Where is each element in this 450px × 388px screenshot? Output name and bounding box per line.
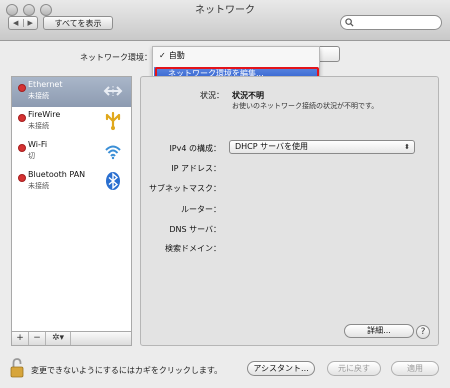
service-status: 未接続 — [28, 182, 49, 190]
service-status: 切 — [28, 152, 35, 160]
add-service-button[interactable]: + — [12, 332, 29, 345]
router-label: ルーター： — [181, 205, 221, 214]
service-name: FireWire — [28, 110, 61, 119]
location-label: ネットワーク環境： — [80, 53, 152, 62]
service-name: Ethernet — [28, 80, 63, 89]
service-item-wifi[interactable]: Wi-Fi 切 — [12, 137, 131, 167]
ethernet-arrows-icon — [103, 86, 123, 96]
search-icon — [345, 18, 354, 27]
back-forward-buttons: ◀ ▶ — [8, 16, 38, 30]
service-name: Wi-Fi — [28, 140, 48, 149]
service-status: 未接続 — [28, 92, 49, 100]
status-dot — [18, 174, 26, 182]
help-button[interactable]: ? — [416, 325, 430, 339]
ipv4-config-popup[interactable]: DHCP サーバを使用 ⬍ — [229, 140, 415, 154]
service-list-controls: + − ✲▾ — [11, 332, 132, 346]
status-dot — [18, 144, 26, 152]
status-dot — [18, 84, 26, 92]
service-action-button[interactable]: ✲▾ — [46, 332, 71, 345]
subnet-mask-label: サブネットマスク： — [149, 184, 221, 193]
ipv4-config-value: DHCP サーバを使用 — [235, 142, 309, 151]
ipv4-config-label: IPv4 の構成： — [169, 144, 221, 153]
service-status: 未接続 — [28, 122, 49, 130]
search-field[interactable] — [340, 15, 442, 30]
apply-button[interactable]: 適用 — [391, 361, 439, 376]
checkmark-icon: ✓ — [159, 51, 166, 60]
network-preferences-window: ネットワーク ◀ ▶ すべてを表示 ネットワーク環境： ✓ 自動 ネットワーク環境… — [0, 0, 450, 388]
remove-service-button[interactable]: − — [29, 332, 46, 345]
firewire-icon — [105, 111, 121, 131]
status-value: 状況不明 — [232, 91, 264, 100]
ip-address-label: IP アドレス： — [171, 164, 221, 173]
status-description: お使いのネットワーク接続の状況が不明です。 — [232, 102, 379, 110]
title-bar: ネットワーク ◀ ▶ すべてを表示 — [0, 0, 450, 41]
status-dot — [18, 114, 26, 122]
service-item-bluetooth-pan[interactable]: Bluetooth PAN 未接続 — [12, 167, 131, 197]
forward-button[interactable]: ▶ — [24, 19, 38, 27]
revert-button[interactable]: 元に戻す — [327, 361, 381, 376]
back-button[interactable]: ◀ — [9, 19, 24, 27]
window-title: ネットワーク — [195, 5, 255, 16]
menu-item-automatic[interactable]: ✓ 自動 — [159, 50, 185, 61]
lock-message: 変更できないようにするにはカギをクリックします。 — [31, 366, 223, 375]
status-label: 状況： — [200, 91, 224, 100]
assistant-button[interactable]: アシスタント... — [247, 361, 315, 376]
bluetooth-icon — [106, 172, 120, 190]
dns-server-label: DNS サーバ： — [169, 225, 221, 234]
menu-item-automatic-label: 自動 — [168, 51, 185, 60]
service-item-firewire[interactable]: FireWire 未接続 — [12, 107, 131, 137]
service-name: Bluetooth PAN — [28, 170, 86, 179]
service-list: Ethernet 未接続 FireWire 未接続 Wi-Fi 切 Blueto… — [11, 76, 132, 332]
service-item-ethernet[interactable]: Ethernet 未接続 — [12, 77, 131, 107]
search-domain-label: 検索ドメイン： — [165, 244, 221, 253]
advanced-button[interactable]: 詳細... — [344, 324, 414, 338]
wifi-icon — [105, 145, 121, 160]
lock-icon[interactable] — [10, 358, 24, 378]
popup-arrows-icon: ⬍ — [404, 143, 410, 151]
show-all-button[interactable]: すべてを表示 — [43, 16, 113, 30]
